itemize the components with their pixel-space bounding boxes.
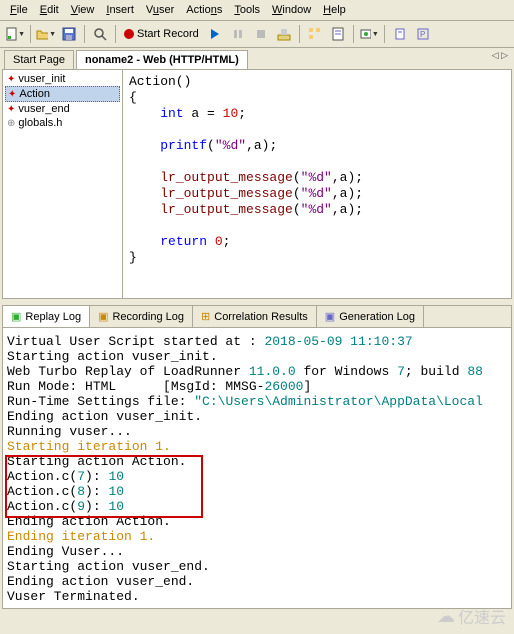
pause-button[interactable]	[227, 23, 249, 45]
output-tabs: ▣Replay Log ▣Recording Log ⊞Correlation …	[3, 306, 511, 328]
globe-icon: ⊕	[7, 118, 15, 129]
open-button[interactable]: ▼	[35, 23, 57, 45]
menu-edit[interactable]: Edit	[34, 2, 65, 18]
tab-correlation[interactable]: ⊞Correlation Results	[193, 306, 317, 327]
start-record-button[interactable]: Start Record	[120, 23, 203, 45]
sidebar-item-action[interactable]: ✦Action	[5, 86, 120, 102]
menu-insert[interactable]: Insert	[100, 2, 140, 18]
output-log[interactable]: Virtual User Script started at : 2018-05…	[3, 328, 511, 608]
menu-vuser[interactable]: Vuser	[140, 2, 180, 18]
log-icon: ▣	[325, 310, 335, 323]
menu-actions[interactable]: Actions	[180, 2, 228, 18]
menu-help[interactable]: Help	[317, 2, 352, 18]
compile-button[interactable]	[273, 23, 295, 45]
zoom-button[interactable]	[89, 23, 111, 45]
log-icon: ▣	[98, 310, 108, 323]
svg-text:P: P	[420, 30, 425, 39]
task-button[interactable]: ▼	[358, 23, 380, 45]
output-panel: ▣Replay Log ▣Recording Log ⊞Correlation …	[2, 305, 512, 609]
settings-button[interactable]	[389, 23, 411, 45]
stop-button[interactable]	[250, 23, 272, 45]
action-icon: ✦	[8, 89, 16, 100]
menu-window[interactable]: Window	[266, 2, 317, 18]
save-button[interactable]	[58, 23, 80, 45]
tree-button[interactable]	[304, 23, 326, 45]
menu-tools[interactable]: Tools	[228, 2, 266, 18]
script-button[interactable]	[327, 23, 349, 45]
log-icon: ▣	[11, 310, 21, 323]
correlation-icon: ⊞	[201, 310, 210, 323]
tab-noname2[interactable]: noname2 - Web (HTTP/HTML)	[76, 50, 248, 69]
code-editor[interactable]: Action() { int a = 10; printf("%d",a); l…	[123, 70, 511, 298]
action-icon: ✦	[7, 74, 15, 85]
action-icon: ✦	[7, 104, 15, 115]
play-button[interactable]	[204, 23, 226, 45]
sidebar-item-vuser-end[interactable]: ✦vuser_end	[5, 102, 120, 116]
tab-replay-log[interactable]: ▣Replay Log	[3, 306, 90, 327]
record-icon	[124, 29, 134, 39]
tab-nav[interactable]: ◁ ▷	[492, 50, 508, 61]
sidebar-item-vuser-init[interactable]: ✦vuser_init	[5, 72, 120, 86]
tab-generation-log[interactable]: ▣Generation Log	[317, 306, 424, 327]
menu-view[interactable]: View	[65, 2, 101, 18]
start-record-label: Start Record	[137, 28, 199, 40]
editor-area: ✦vuser_init ✦Action ✦vuser_end ⊕globals.…	[2, 69, 512, 299]
sidebar-item-globals[interactable]: ⊕globals.h	[5, 116, 120, 130]
watermark: ☁亿速云	[437, 604, 506, 628]
menu-bar: File Edit View Insert Vuser Actions Tool…	[0, 0, 514, 21]
tab-start-page[interactable]: Start Page	[4, 50, 74, 69]
document-tabs: Start Page noname2 - Web (HTTP/HTML) ◁ ▷	[0, 48, 514, 69]
toolbar: ▼ ▼ Start Record ▼ P	[0, 21, 514, 48]
params-button[interactable]: P	[412, 23, 434, 45]
action-tree: ✦vuser_init ✦Action ✦vuser_end ⊕globals.…	[3, 70, 123, 298]
play-icon	[211, 29, 219, 39]
new-button[interactable]: ▼	[4, 23, 26, 45]
menu-file[interactable]: File	[4, 2, 34, 18]
tab-recording-log[interactable]: ▣Recording Log	[90, 306, 193, 327]
